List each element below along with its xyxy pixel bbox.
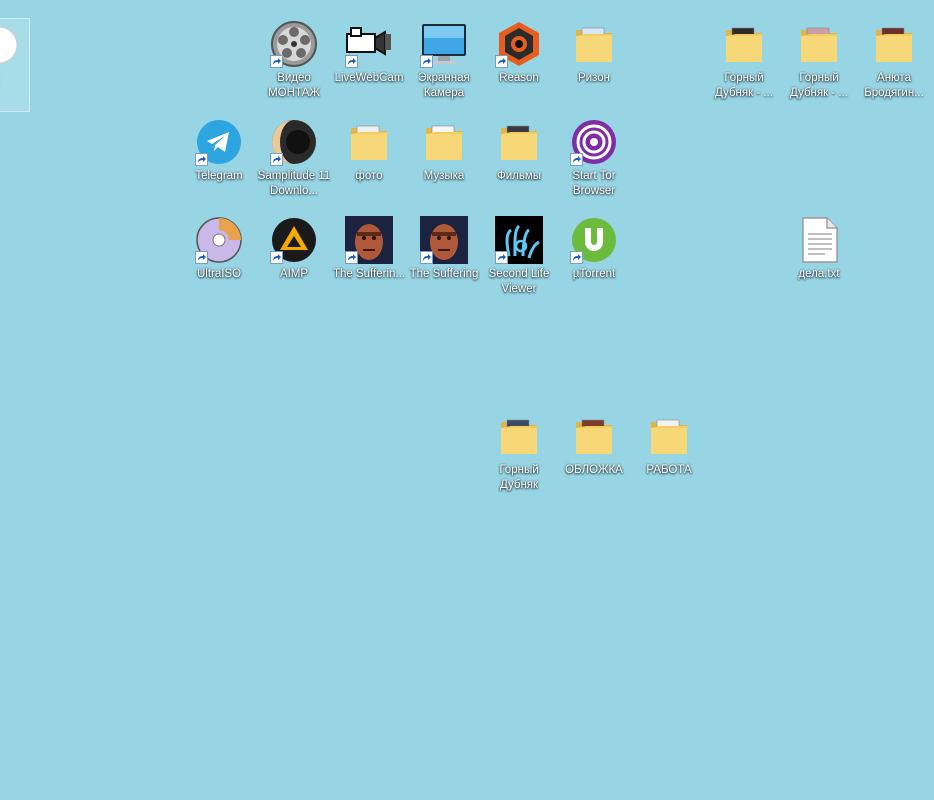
red-check-app-icon bbox=[0, 21, 17, 69]
desktop-icon-dela-txt[interactable]: дела.txt bbox=[782, 214, 856, 308]
desktop-icon-label: The Sufferin... bbox=[332, 268, 406, 280]
folder-icon bbox=[495, 412, 543, 460]
desktop-icon-tor-browser[interactable]: Start Tor Browser bbox=[557, 116, 631, 210]
desktop-icon-oblozhka[interactable]: ОБЛОЖКА bbox=[557, 410, 631, 504]
desktop-icon-label: ex bbox=[0, 72, 30, 87]
desktop-icon-label: фото bbox=[355, 170, 383, 182]
desktop-icon-rizon[interactable]: Ризон bbox=[557, 18, 631, 112]
desktop-icon-gorny-2[interactable]: Горный Дубняк - ... bbox=[782, 18, 856, 112]
desktop-icon-partial-app[interactable]: ex bbox=[0, 18, 30, 112]
desktop-icon-filmy[interactable]: Фильмы bbox=[482, 116, 556, 210]
folder-icon bbox=[345, 118, 393, 166]
desktop-icon-second-life[interactable]: Second Life Viewer bbox=[482, 214, 556, 308]
desktop-icon-label: ОБЛОЖКА bbox=[565, 464, 623, 476]
folder-icon bbox=[870, 20, 918, 68]
second-life-icon bbox=[495, 216, 543, 264]
desktop-icon-label: µTorrent bbox=[572, 268, 616, 280]
desktop-icon-ultraiso[interactable]: UltraISO bbox=[182, 214, 256, 308]
folder-icon bbox=[420, 118, 468, 166]
shortcut-arrow-icon bbox=[495, 55, 508, 68]
shortcut-arrow-icon bbox=[345, 251, 358, 264]
film-reel-icon bbox=[270, 20, 318, 68]
shortcut-arrow-icon bbox=[270, 55, 283, 68]
desktop[interactable]: ex Видео МОНТАЖ LiveWebCam Экранная Камера R… bbox=[0, 0, 934, 800]
desktop-icon-label: Анюта Бродягин... bbox=[864, 72, 924, 99]
folder-icon bbox=[570, 412, 618, 460]
desktop-icon-gorny-1[interactable]: Горный Дубняк - ... bbox=[707, 18, 781, 112]
shortcut-arrow-icon bbox=[270, 251, 283, 264]
desktop-icon-anyuta[interactable]: Анюта Бродягин... bbox=[857, 18, 931, 112]
reason-icon bbox=[495, 20, 543, 68]
desktop-icon-label: Start Tor Browser bbox=[572, 170, 616, 197]
shortcut-arrow-icon bbox=[420, 55, 433, 68]
shortcut-arrow-icon bbox=[570, 251, 583, 264]
desktop-icon-label: Ризон bbox=[578, 72, 610, 84]
folder-icon bbox=[720, 20, 768, 68]
shortcut-arrow-icon bbox=[270, 153, 283, 166]
desktop-icon-suffering-1[interactable]: The Sufferin... bbox=[332, 214, 406, 308]
aimp-icon bbox=[270, 216, 318, 264]
desktop-icon-muzyka[interactable]: Музыка bbox=[407, 116, 481, 210]
desktop-icon-livewebcam[interactable]: LiveWebCam bbox=[332, 18, 406, 112]
desktop-icon-suffering-2[interactable]: The Suffering bbox=[407, 214, 481, 308]
desktop-icon-gorny-3[interactable]: Горный Дубняк bbox=[482, 410, 556, 504]
disc-icon bbox=[195, 216, 243, 264]
desktop-icon-rabota[interactable]: РАБОТА bbox=[632, 410, 706, 504]
desktop-icon-label: дела.txt bbox=[798, 268, 840, 280]
folder-icon bbox=[495, 118, 543, 166]
desktop-icon-video-montage[interactable]: Видео МОНТАЖ bbox=[257, 18, 331, 112]
folder-icon bbox=[645, 412, 693, 460]
desktop-icon-utorrent[interactable]: µTorrent bbox=[557, 214, 631, 308]
suffering-icon bbox=[420, 216, 468, 264]
shortcut-arrow-icon bbox=[195, 153, 208, 166]
desktop-icon-reason[interactable]: Reason bbox=[482, 18, 556, 112]
desktop-icon-label: LiveWebCam bbox=[334, 72, 404, 84]
desktop-icon-label: Горный Дубняк bbox=[499, 464, 539, 491]
desktop-icon-label: Reason bbox=[499, 72, 539, 84]
samplitude-icon bbox=[270, 118, 318, 166]
desktop-icon-label: Telegram bbox=[195, 170, 243, 182]
suffering-icon bbox=[345, 216, 393, 264]
desktop-icon-label: Горный Дубняк - ... bbox=[715, 72, 773, 99]
folder-icon bbox=[570, 20, 618, 68]
desktop-icon-aimp[interactable]: AIMP bbox=[257, 214, 331, 308]
monitor-icon bbox=[420, 20, 468, 68]
desktop-icon-samplitude[interactable]: Samplitude 11 Downlo... bbox=[257, 116, 331, 210]
shortcut-arrow-icon bbox=[195, 251, 208, 264]
shortcut-arrow-icon bbox=[570, 153, 583, 166]
tor-icon bbox=[570, 118, 618, 166]
shortcut-arrow-icon bbox=[420, 251, 433, 264]
telegram-icon bbox=[195, 118, 243, 166]
desktop-icon-label: Экранная Камера bbox=[418, 72, 470, 99]
desktop-icon-label: Горный Дубняк - ... bbox=[790, 72, 848, 99]
desktop-icon-label: Музыка bbox=[423, 170, 465, 182]
desktop-icon-label: Samplitude 11 Downlo... bbox=[257, 170, 331, 197]
folder-icon bbox=[795, 20, 843, 68]
desktop-icon-label: Second Life Viewer bbox=[488, 268, 550, 295]
desktop-icon-label: Фильмы bbox=[496, 170, 542, 182]
desktop-icon-label: UltraISO bbox=[196, 268, 242, 280]
desktop-icon-label: The Suffering bbox=[409, 268, 479, 280]
desktop-icon-foto[interactable]: фото bbox=[332, 116, 406, 210]
video-camera-icon bbox=[345, 20, 393, 68]
desktop-icon-label: РАБОТА bbox=[646, 464, 692, 476]
text-file-icon bbox=[795, 216, 843, 264]
utorrent-icon bbox=[570, 216, 618, 264]
desktop-icon-telegram[interactable]: Telegram bbox=[182, 116, 256, 210]
desktop-icon-label: AIMP bbox=[279, 268, 309, 280]
desktop-icon-label: Видео МОНТАЖ bbox=[268, 72, 320, 99]
shortcut-arrow-icon bbox=[345, 55, 358, 68]
desktop-icon-screen-camera[interactable]: Экранная Камера bbox=[407, 18, 481, 112]
shortcut-arrow-icon bbox=[495, 251, 508, 264]
